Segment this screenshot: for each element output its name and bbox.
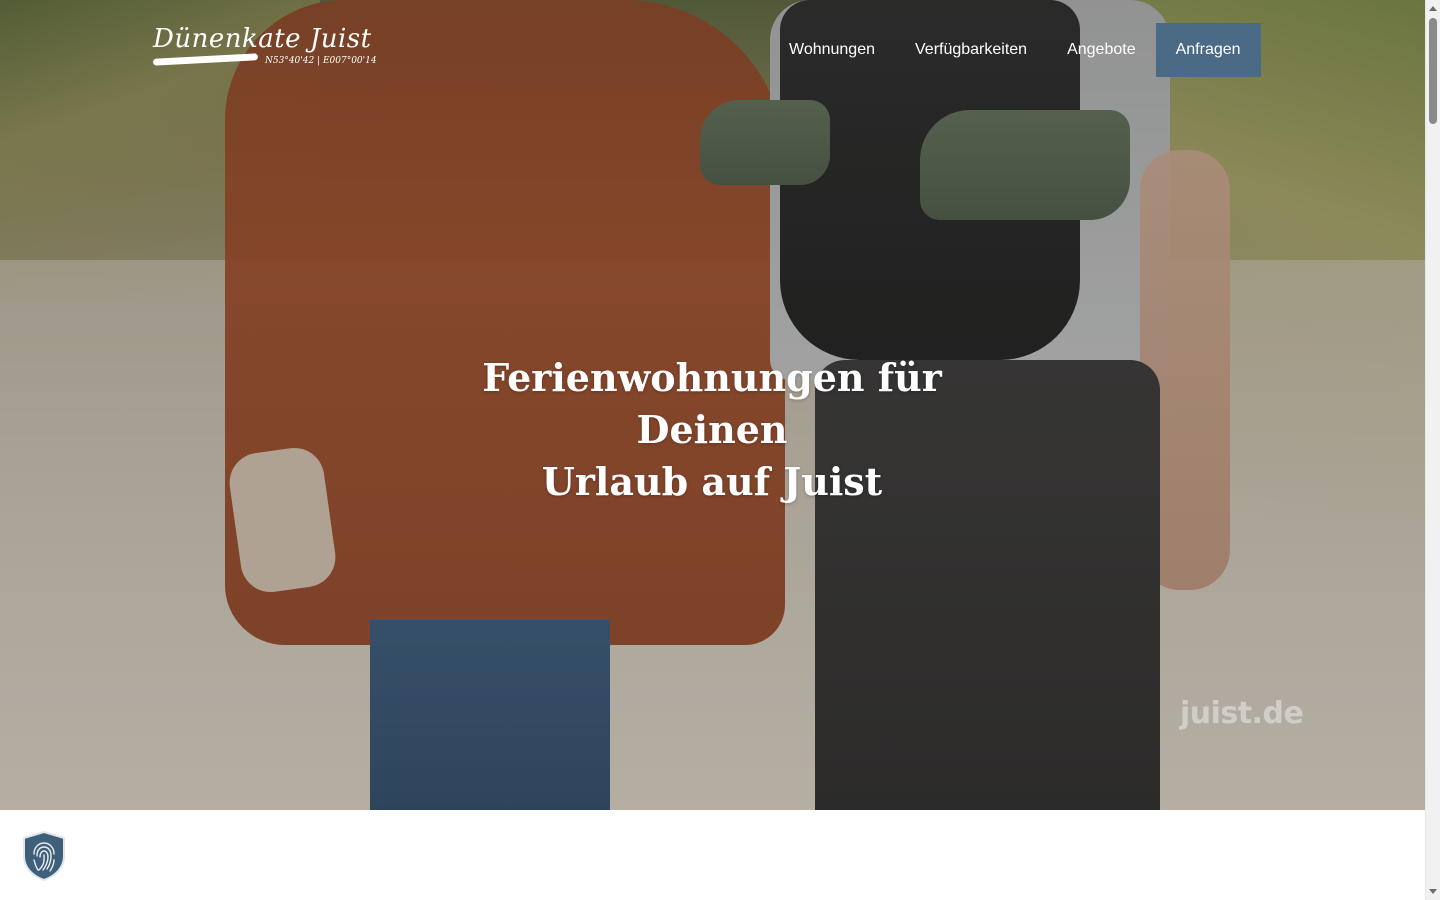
hero-video: juist.de Ferienwohnungen für Deinen Urla… bbox=[0, 0, 1425, 810]
scroll-down-arrow-icon[interactable] bbox=[1429, 889, 1437, 894]
fingerprint-shield-icon bbox=[23, 830, 65, 882]
scroll-thumb[interactable] bbox=[1429, 18, 1437, 124]
hero-title: Ferienwohnungen für Deinen Urlaub auf Ju… bbox=[412, 352, 1012, 508]
brand-coordinates: N53°40'42 | E007°00'14 bbox=[265, 56, 377, 66]
privacy-settings-button[interactable] bbox=[20, 830, 68, 882]
nav-item-wohnungen[interactable]: Wohnungen bbox=[769, 23, 895, 77]
nav-item-anfragen-button[interactable]: Anfragen bbox=[1155, 23, 1261, 77]
scroll-up-arrow-icon[interactable] bbox=[1429, 6, 1437, 11]
video-watermark: juist.de bbox=[1180, 696, 1304, 731]
main-nav: Wohnungen Verfügbarkeiten Angebote Anfra… bbox=[769, 23, 1261, 77]
brand-name: Dünenkate Juist bbox=[153, 24, 372, 54]
hero-title-line-2: Urlaub auf Juist bbox=[541, 459, 883, 504]
brand-logo[interactable]: Dünenkate Juist N53°40'42 | E007°00'14 bbox=[152, 24, 377, 66]
nav-item-angebote[interactable]: Angebote bbox=[1047, 23, 1156, 77]
nav-item-verfuegbarkeiten[interactable]: Verfügbarkeiten bbox=[895, 23, 1047, 77]
hero-title-line-1: Ferienwohnungen für Deinen bbox=[482, 355, 942, 452]
page-scrollbar[interactable] bbox=[1425, 0, 1440, 900]
